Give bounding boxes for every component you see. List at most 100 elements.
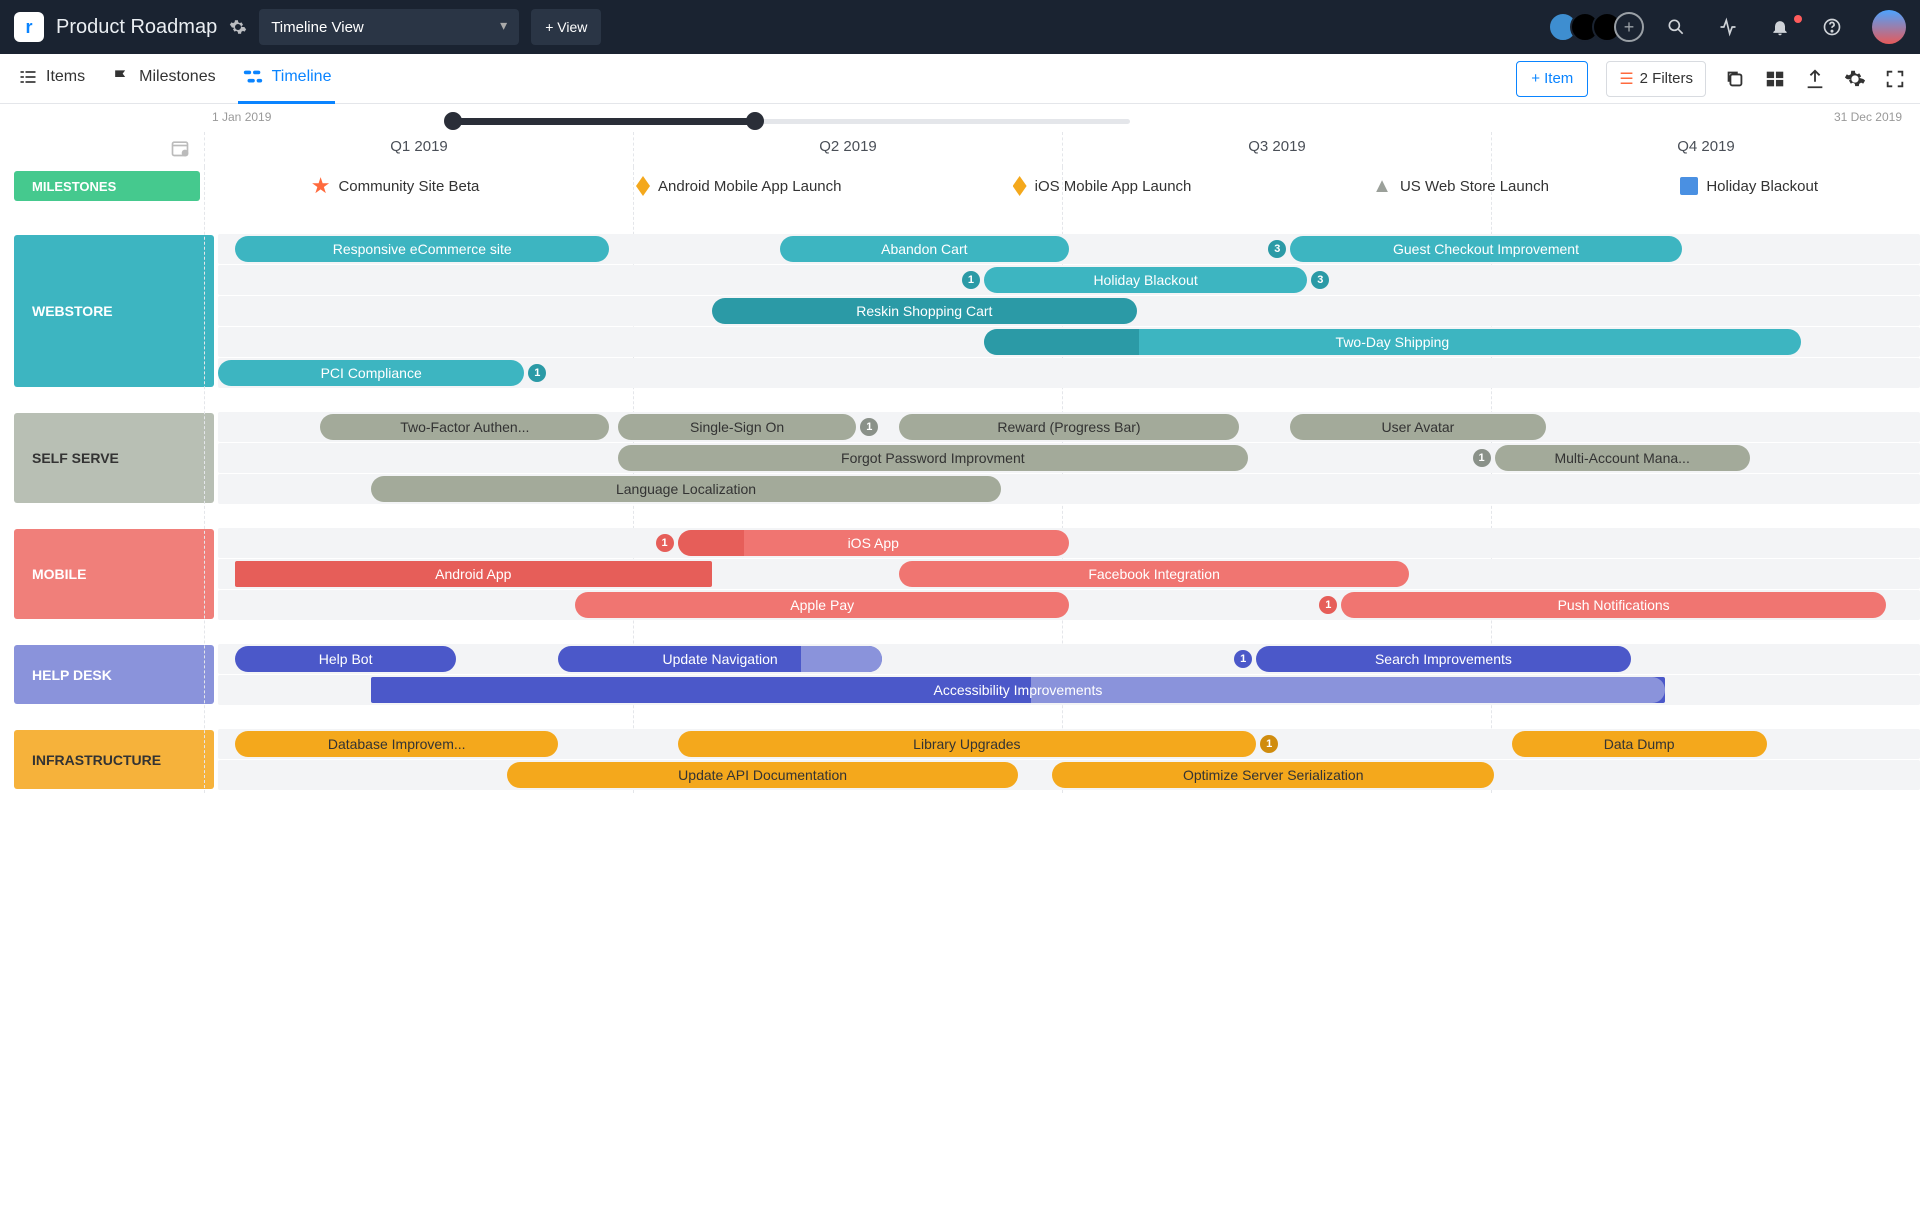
gantt-bar[interactable]: Search Improvements (1256, 646, 1630, 672)
gantt-bar[interactable]: Two-Factor Authen... (320, 414, 609, 440)
count-badge: 1 (1473, 449, 1491, 467)
gantt-bar[interactable]: Language Localization (371, 476, 1001, 502)
gantt-row: Reskin Shopping Cart (218, 296, 1920, 326)
view-tabs-toolbar: Items Milestones Timeline + Item ☰ 2 Filt… (0, 54, 1920, 104)
gantt-row: Responsive eCommerce site Abandon Cart Gue… (218, 234, 1920, 264)
quarter-header: Q1 2019Q2 2019Q3 2019Q4 2019 (0, 132, 1920, 167)
gantt-row: Holiday Blackout13 (218, 265, 1920, 295)
gantt-row: Update API Documentation Optimize Server … (218, 760, 1920, 790)
help-icon[interactable] (1822, 17, 1842, 37)
search-icon[interactable] (1666, 17, 1686, 37)
lane-label: INFRASTRUCTURE (14, 730, 214, 789)
gantt-bar[interactable]: Update API Documentation (507, 762, 1018, 788)
gantt-row: Accessibility Improvements (218, 675, 1920, 705)
gantt-bar[interactable]: Multi-Account Mana... (1495, 445, 1750, 471)
milestone[interactable]: Android Mobile App Launch (636, 176, 841, 196)
star-icon: ★ (311, 173, 331, 199)
layout-icon[interactable] (1764, 68, 1786, 90)
milestone-label: Android Mobile App Launch (658, 178, 841, 195)
gantt-area: MILESTONES ★ Community Site Beta Android Mo… (0, 167, 1920, 793)
user-avatar[interactable] (1872, 10, 1906, 44)
quarter-label: Q4 2019 (1491, 132, 1920, 167)
tab-label: Items (46, 68, 85, 86)
timeline-icon (242, 67, 264, 87)
gantt-bar[interactable]: Accessibility Improvements (371, 677, 1665, 703)
filters-button[interactable]: ☰ 2 Filters (1606, 61, 1706, 97)
gantt-bar[interactable]: Data Dump (1512, 731, 1767, 757)
milestone[interactable]: Holiday Blackout (1680, 177, 1818, 195)
count-badge: 1 (1260, 735, 1278, 753)
gantt-bar[interactable]: Abandon Cart (780, 236, 1069, 262)
quarter-label: Q3 2019 (1062, 132, 1491, 167)
gantt-bar[interactable]: Two-Day Shipping (984, 329, 1801, 355)
gantt-bar[interactable]: Database Improvem... (235, 731, 558, 757)
lane-label: WEBSTORE (14, 235, 214, 387)
add-collaborator-button[interactable]: + (1614, 12, 1644, 42)
export-icon[interactable] (1804, 68, 1826, 90)
list-icon (18, 67, 38, 87)
filter-icon: ☰ (1619, 69, 1633, 89)
settings-icon[interactable] (1844, 68, 1866, 90)
range-end-label: 31 Dec 2019 (1834, 110, 1902, 124)
diamond-icon (636, 176, 650, 196)
milestone[interactable]: iOS Mobile App Launch (1013, 176, 1192, 196)
gantt-row: Language Localization (218, 474, 1920, 504)
gantt-row: Two-Day Shipping (218, 327, 1920, 357)
gantt-bar[interactable]: Forgot Password Improvment (618, 445, 1248, 471)
tab-items[interactable]: Items (14, 54, 89, 104)
count-badge: 1 (860, 418, 878, 436)
gantt-bar[interactable]: User Avatar (1290, 414, 1545, 440)
app-logo[interactable]: r (14, 12, 44, 42)
milestone-label: Holiday Blackout (1706, 178, 1818, 195)
gantt-bar[interactable]: Single-Sign On (618, 414, 856, 440)
diamond-icon (1013, 176, 1027, 196)
gantt-bar[interactable]: Library Upgrades (678, 731, 1257, 757)
lane-label: HELP DESK (14, 645, 214, 704)
milestone-label: Community Site Beta (338, 178, 479, 195)
gantt-bar[interactable]: Optimize Server Serialization (1052, 762, 1495, 788)
slider-handle-start[interactable] (444, 112, 462, 130)
gantt-bar[interactable]: Android App (235, 561, 712, 587)
gantt-row: iOS App1 (218, 528, 1920, 558)
notifications-icon[interactable] (1770, 17, 1790, 37)
milestone[interactable]: ★ Community Site Beta (311, 173, 480, 199)
gantt-bar[interactable]: Facebook Integration (899, 561, 1410, 587)
tab-milestones[interactable]: Milestones (107, 54, 219, 104)
view-select[interactable]: Timeline View (259, 9, 519, 45)
activity-icon[interactable] (1718, 17, 1738, 37)
milestone-label: iOS Mobile App Launch (1035, 178, 1192, 195)
count-badge: 1 (962, 271, 980, 289)
tab-label: Milestones (139, 68, 215, 86)
gantt-bar[interactable]: Guest Checkout Improvement (1290, 236, 1681, 262)
milestones-lane-label: MILESTONES (14, 171, 200, 201)
milestone-label: US Web Store Launch (1400, 178, 1549, 195)
count-badge: 1 (1319, 596, 1337, 614)
gantt-bar[interactable]: Apple Pay (575, 592, 1069, 618)
gantt-row: PCI Compliance1 (218, 358, 1920, 388)
gantt-bar[interactable]: Reward (Progress Bar) (899, 414, 1239, 440)
gantt-bar[interactable]: Responsive eCommerce site (235, 236, 609, 262)
milestones-row: ★ Community Site Beta Android Mobile App L… (208, 167, 1920, 205)
add-item-button[interactable]: + Item (1516, 61, 1588, 97)
gantt-bar[interactable]: iOS App (678, 530, 1069, 556)
tab-label: Timeline (272, 68, 332, 86)
add-view-button[interactable]: + View (531, 9, 601, 45)
gantt-bar[interactable]: Reskin Shopping Cart (712, 298, 1138, 324)
gantt-bar[interactable]: PCI Compliance (218, 360, 524, 386)
milestone[interactable]: ▲US Web Store Launch (1372, 175, 1549, 198)
slider-handle-end[interactable] (746, 112, 764, 130)
duplicate-icon[interactable] (1724, 68, 1746, 90)
gantt-bar[interactable]: Holiday Blackout (984, 267, 1307, 293)
gantt-bar[interactable]: Update Navigation (558, 646, 881, 672)
settings-icon[interactable] (229, 18, 247, 36)
gantt-row: Forgot Password Improvment Multi-Account … (218, 443, 1920, 473)
date-range-slider[interactable] (450, 114, 1130, 128)
gantt-bar[interactable]: Push Notifications (1341, 592, 1886, 618)
gantt-bar[interactable]: Help Bot (235, 646, 456, 672)
fullscreen-icon[interactable] (1884, 68, 1906, 90)
gantt-row: Android App Facebook Integration (218, 559, 1920, 589)
presence-avatars: + (1556, 12, 1644, 42)
calendar-settings-icon[interactable] (170, 138, 190, 158)
filters-label: 2 Filters (1640, 70, 1693, 87)
tab-timeline[interactable]: Timeline (238, 54, 336, 104)
